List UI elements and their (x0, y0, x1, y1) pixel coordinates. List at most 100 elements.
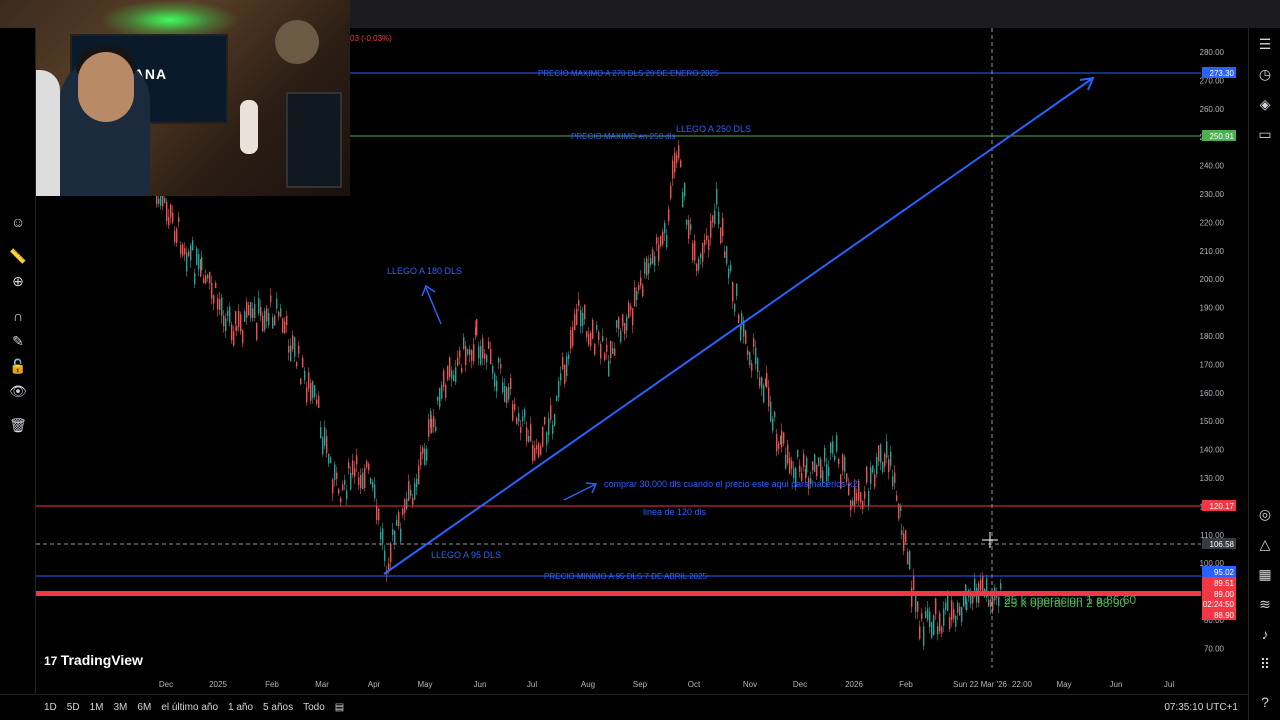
zoom-icon[interactable]: ⊕ (8, 271, 28, 291)
candle-body (832, 441, 834, 454)
candle-body (282, 318, 284, 333)
timeframe-3m[interactable]: 3M (114, 702, 128, 713)
candle-body (201, 257, 203, 270)
candle-body (447, 365, 449, 380)
candle-body (433, 416, 435, 427)
candle-body (328, 453, 330, 464)
timeframe-1d[interactable]: 1D (44, 702, 57, 713)
candle-body (532, 444, 534, 462)
candle-body (318, 395, 320, 408)
candle-body (356, 455, 358, 465)
pencil-lock-icon[interactable]: ✎ (8, 331, 28, 351)
candle-body (650, 257, 652, 265)
candle-body (178, 217, 180, 223)
candle-body (716, 188, 718, 205)
candle-body (582, 312, 584, 326)
candle-body (382, 528, 384, 543)
candle-body (806, 457, 808, 473)
date-range-icon[interactable]: ▤ (335, 702, 344, 713)
candle-body (732, 282, 734, 302)
timeframe-6m[interactable]: 6M (137, 702, 151, 713)
candle-body (688, 219, 690, 239)
candle-body (420, 451, 422, 466)
candle-body (231, 324, 233, 341)
timeframe-1m[interactable]: 1M (90, 702, 104, 713)
candle-body (225, 318, 227, 332)
candle-body (682, 191, 684, 208)
emoji-icon[interactable]: ☺ (8, 212, 28, 232)
help-icon[interactable]: ? (1255, 692, 1275, 712)
watchlist-icon[interactable]: ☰ (1255, 34, 1275, 54)
candle-body (696, 263, 698, 272)
candle-body (664, 222, 666, 234)
candle-body (221, 297, 223, 316)
candle-body (324, 427, 326, 446)
triangle-icon[interactable]: △ (1255, 534, 1275, 554)
candle-body (542, 426, 544, 447)
candle-body (612, 348, 614, 354)
time-tick: 2025 (209, 680, 227, 689)
candle-body (496, 380, 498, 392)
bell-icon[interactable]: ♪ (1255, 624, 1275, 644)
time-tick: Feb (265, 680, 279, 689)
apps-icon[interactable]: ⠿ (1255, 654, 1275, 674)
timeframe-1y[interactable]: 1 año (228, 702, 253, 713)
timeframe-all[interactable]: Todo (303, 702, 325, 713)
lock-icon[interactable]: 🔓 (8, 356, 28, 376)
trend-line (383, 77, 1094, 575)
candle-body (888, 459, 890, 472)
candle-body (431, 418, 433, 433)
candle-body (268, 313, 270, 326)
candle-body (850, 500, 852, 511)
candle-body (213, 295, 215, 304)
time-tick: Dec (159, 680, 173, 689)
candle-body (854, 486, 856, 506)
candle-body (215, 282, 217, 289)
target-icon[interactable]: ◎ (1255, 504, 1275, 524)
candle-body (626, 316, 628, 331)
candle-body (370, 478, 372, 485)
candle-body (207, 274, 209, 279)
candle-body (288, 345, 290, 353)
timeframe-5d[interactable]: 5D (67, 702, 80, 713)
candle-body (574, 314, 576, 331)
annotation-buy-note: comprar 30,000 dls cuando el precio este… (604, 479, 858, 489)
candle-body (686, 219, 688, 225)
candle-body (390, 543, 392, 563)
timeframe-5y[interactable]: 5 años (263, 702, 293, 713)
price-tick: 280.00 (1200, 48, 1225, 57)
broadcast-icon[interactable]: ≋ (1255, 594, 1275, 614)
trash-icon[interactable]: 🗑 (8, 415, 28, 435)
candle-body (781, 430, 783, 448)
utc-clock[interactable]: 07:35:10 UTC+1 (1164, 702, 1238, 713)
candle-body (560, 373, 562, 381)
candle-body (262, 316, 264, 332)
candle-body (858, 481, 860, 501)
candle-body (658, 244, 660, 261)
candle-body (878, 445, 880, 462)
magnet-icon[interactable]: ∩ (8, 306, 28, 326)
candle-body (939, 613, 941, 632)
candle-body (674, 152, 676, 173)
alerts-clock-icon[interactable]: ◷ (1255, 64, 1275, 84)
candle-body (180, 245, 182, 255)
calendar-icon[interactable]: ▦ (1255, 564, 1275, 584)
wall-speaker (275, 20, 319, 64)
annotation-max-270: PRECIO MAXIMO A 270 DLS 20 DE ENERO 2025 (538, 69, 719, 78)
layers-icon[interactable]: ◈ (1255, 94, 1275, 114)
candle-body (838, 458, 840, 465)
time-tick: May (1056, 680, 1071, 689)
candle-body (921, 613, 923, 620)
candle-body (348, 462, 350, 469)
chat-icon[interactable]: ▭ (1255, 124, 1275, 144)
candle-body (562, 357, 564, 369)
candle-body (884, 454, 886, 467)
ruler-icon[interactable]: 📏 (8, 246, 28, 266)
candle-body (540, 446, 542, 455)
candle-body (536, 445, 538, 450)
timeframe-last-year[interactable]: el último año (161, 702, 218, 713)
eye-icon[interactable]: 👁 (8, 381, 28, 401)
candle-body (624, 322, 626, 334)
candle-body (227, 310, 229, 316)
candle-body (435, 426, 437, 432)
